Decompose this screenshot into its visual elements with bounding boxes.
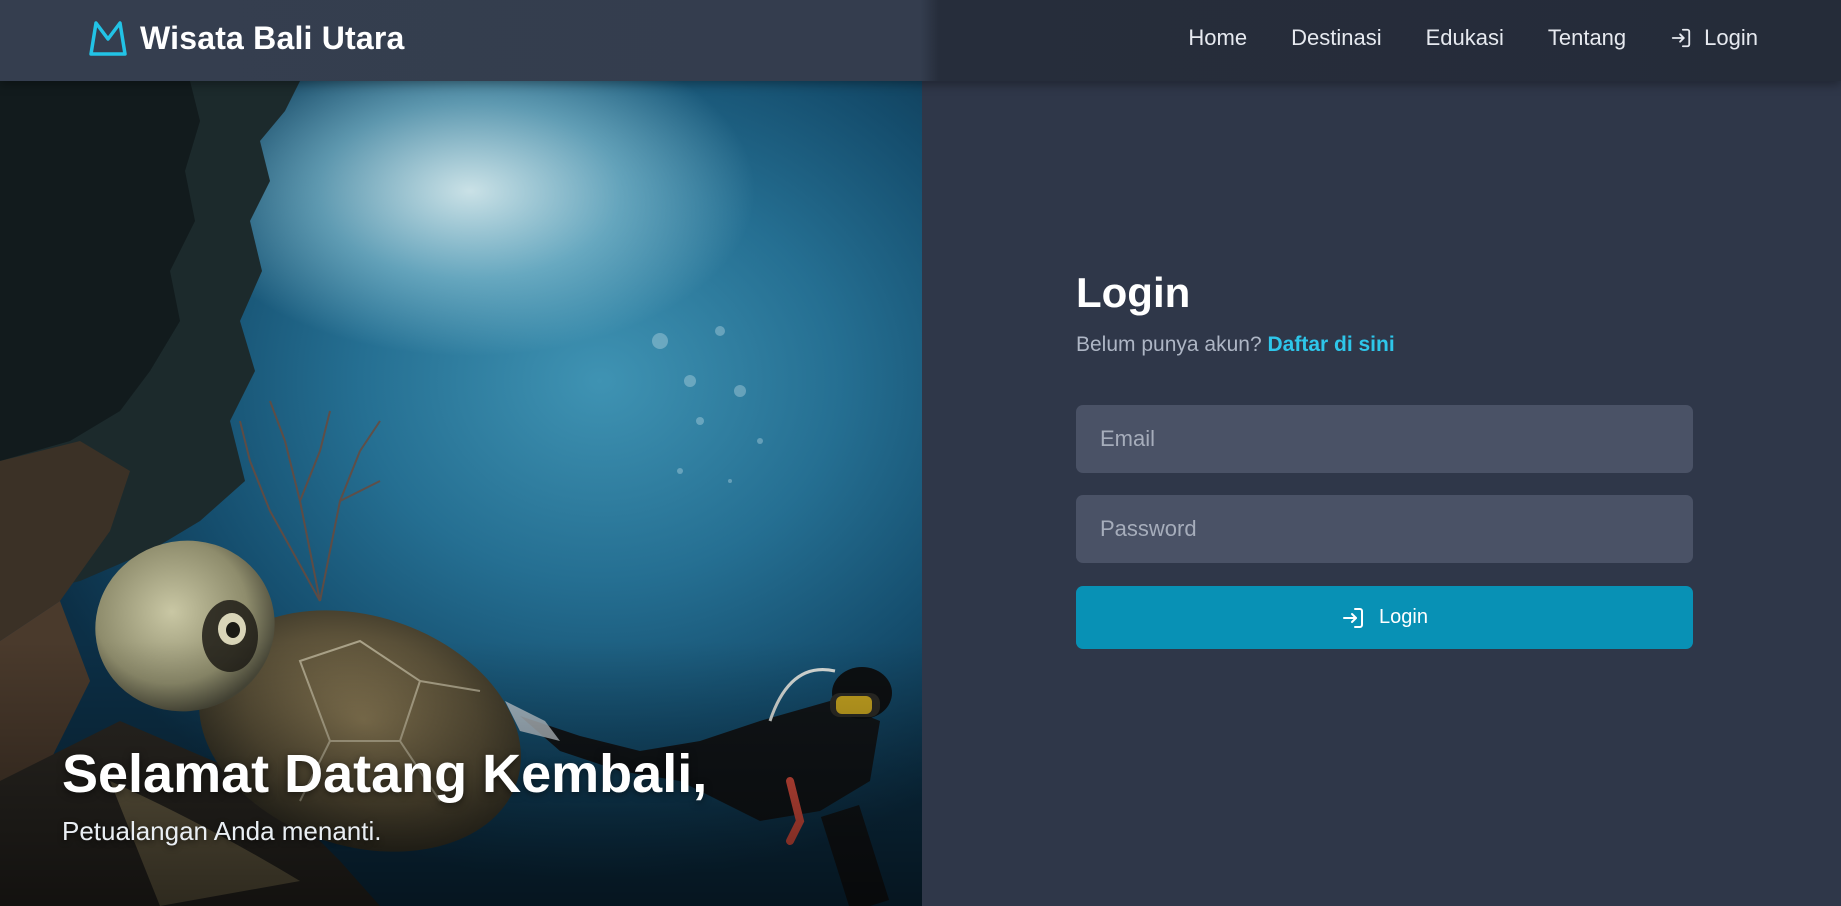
register-prompt: Belum punya akun? Daftar di sini — [1076, 333, 1693, 357]
email-field[interactable] — [1076, 405, 1693, 473]
login-heading: Login — [1076, 269, 1191, 316]
hero-image: Selamat Datang Kembali, Petualangan Anda… — [0, 81, 922, 906]
login-submit-button[interactable]: Login — [1076, 586, 1693, 649]
main-nav: Home Destinasi Edukasi Tentang Login — [1188, 22, 1758, 54]
login-arrow-icon — [1671, 28, 1691, 48]
nav-item-destinasi[interactable]: Destinasi — [1291, 25, 1381, 51]
brand-name: Wisata Bali Utara — [140, 19, 405, 56]
login-panel: Login Belum punya akun? Daftar di sini L… — [922, 81, 1841, 906]
password-field[interactable] — [1076, 495, 1693, 563]
nav-item-edukasi[interactable]: Edukasi — [1426, 25, 1504, 51]
nav-item-home[interactable]: Home — [1188, 25, 1247, 51]
mountain-icon — [89, 21, 127, 56]
nav-item-tentang[interactable]: Tentang — [1548, 25, 1626, 51]
top-navbar: Wisata Bali Utara Home Destinasi Edukasi… — [0, 0, 1841, 81]
login-arrow-icon — [1343, 607, 1364, 628]
hero-subtitle: Petualangan Anda menanti. — [62, 816, 382, 846]
nav-login-label: Login — [1704, 25, 1758, 50]
register-prompt-text: Belum punya akun? — [1076, 333, 1262, 356]
login-submit-label: Login — [1379, 606, 1428, 628]
register-link[interactable]: Daftar di sini — [1267, 333, 1394, 356]
brand-logo[interactable]: Wisata Bali Utara — [88, 18, 405, 58]
hero-title: Selamat Datang Kembali, — [62, 744, 708, 804]
nav-item-login[interactable]: Login — [1670, 25, 1758, 51]
login-form: Login Belum punya akun? Daftar di sini L… — [1076, 267, 1693, 649]
